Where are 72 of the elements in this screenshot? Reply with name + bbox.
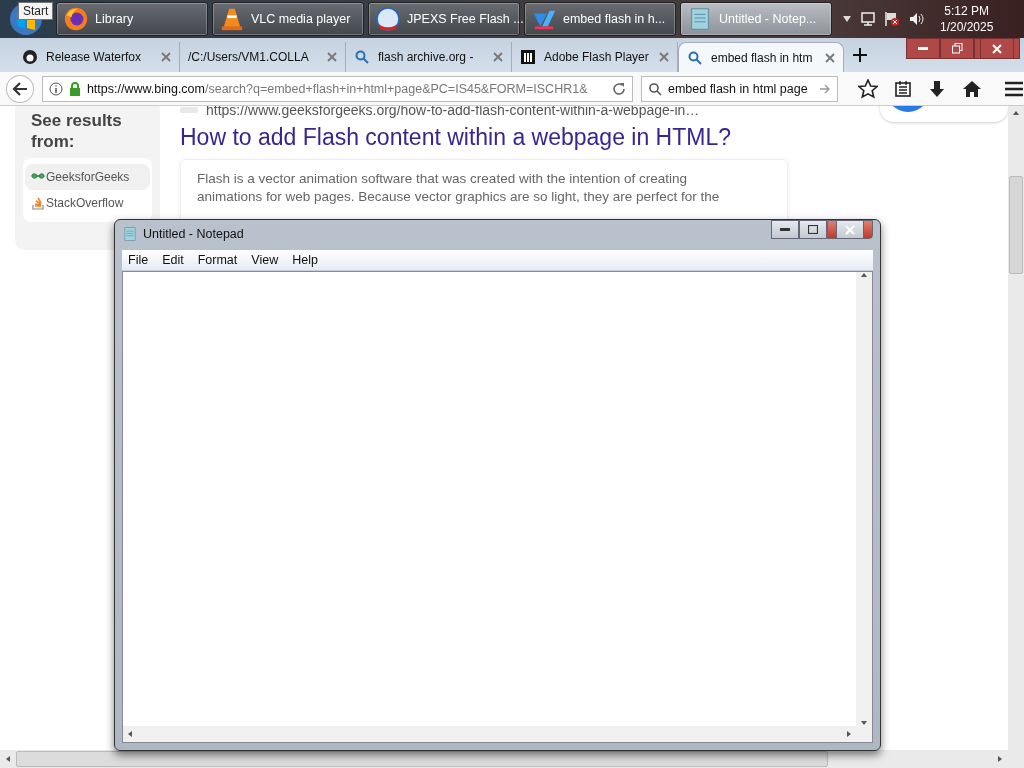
traffic-cone-icon: [219, 6, 245, 32]
horizontal-scrollbar[interactable]: [123, 726, 856, 742]
menu-item[interactable]: File: [124, 253, 153, 267]
reload-icon: [611, 81, 626, 96]
menu-item[interactable]: Help: [288, 253, 322, 267]
speaker-icon: [908, 11, 924, 27]
clock-date: 1/20/2025: [940, 19, 994, 35]
menu-item[interactable]: View: [247, 253, 283, 267]
notepad-icon: [122, 226, 138, 242]
back-arrow-icon: [11, 81, 28, 96]
close-button[interactable]: [827, 220, 873, 239]
source-filter[interactable]: GeeksforGeeks: [25, 164, 150, 190]
download-icon: [928, 79, 946, 98]
restore-icon: [951, 43, 963, 54]
close-icon: [659, 52, 669, 62]
favicon-icon: [180, 107, 198, 113]
taskbar-button[interactable]: embed flash in h...: [524, 2, 676, 36]
close-icon: [493, 52, 503, 62]
info-icon: [48, 81, 63, 96]
browser-tab[interactable]: embed flash in htm: [678, 42, 844, 72]
firefox-icon: [63, 6, 89, 32]
clock-time: 5:12 PM: [944, 3, 990, 19]
result-title-link[interactable]: How to add Flash content within a webpage in HTML?: [180, 124, 788, 151]
chevron-icon: [842, 15, 852, 23]
home-icon: [962, 79, 982, 98]
menu-icon: [1004, 80, 1024, 97]
minimize-icon: [780, 227, 790, 232]
new-tab-icon: [852, 47, 868, 63]
scroll-right-icon: [846, 730, 852, 738]
minimize-icon: [918, 46, 928, 51]
vertical-scrollbar[interactable]: [1008, 106, 1024, 750]
padlock-icon: [68, 81, 81, 96]
menu-item[interactable]: Format: [193, 253, 242, 267]
window-title: Untitled - Notepad: [143, 227, 245, 241]
maximize-icon: [808, 225, 818, 234]
scroll-left-icon: [127, 730, 133, 738]
scroll-thumb[interactable]: [1009, 176, 1023, 274]
taskbar-button[interactable]: VLC media player: [212, 2, 364, 36]
close-icon: [845, 224, 855, 235]
scroll-thumb[interactable]: [16, 751, 828, 767]
search-icon: [687, 49, 703, 66]
search-icon: [354, 49, 370, 65]
search-icon: [647, 81, 662, 96]
scroll-right-icon: [996, 755, 1004, 763]
stacked-trays-icon: [31, 196, 45, 210]
menu-item[interactable]: Edit: [158, 253, 188, 267]
vertical-scrollbar[interactable]: [856, 272, 872, 726]
search-field[interactable]: embed flash in html page: [640, 75, 838, 102]
flag-icon: [884, 11, 900, 27]
snippet-text: animations for web pages. Because vector graphics are so light, they are perfect for the: [197, 188, 721, 206]
start-tooltip: Start: [18, 2, 54, 20]
columns-icon: [520, 49, 536, 65]
close-icon: [327, 52, 337, 62]
close-icon: [161, 52, 171, 62]
address-bar[interactable]: https://www.bing.com/search?q=embed+flash+in+html+page&PC=IS45&FORM=ISCHR1&: [41, 75, 633, 102]
snippet-text: Flash is a vector animation software that was created with the intention of creating: [197, 170, 688, 188]
scroll-up-icon: [1012, 110, 1020, 116]
star-icon: [858, 78, 878, 99]
taskbar-button[interactable]: Library: [56, 2, 208, 36]
close-button[interactable]: [974, 38, 1020, 59]
back-button[interactable]: [6, 74, 34, 103]
filter-heading: See results from:: [31, 110, 123, 152]
source-filter[interactable]: StackOverflow: [25, 190, 150, 216]
close-icon: [825, 52, 835, 63]
ff-badge-icon: [375, 6, 401, 32]
clipboard-icon: [894, 79, 912, 98]
close-icon: [992, 43, 1002, 54]
scroll-left-icon: [4, 755, 12, 763]
github-icon: [22, 49, 38, 65]
horizontal-scrollbar[interactable]: [0, 750, 1024, 768]
network-icon: [860, 11, 876, 27]
go-arrow-icon: [819, 83, 831, 94]
